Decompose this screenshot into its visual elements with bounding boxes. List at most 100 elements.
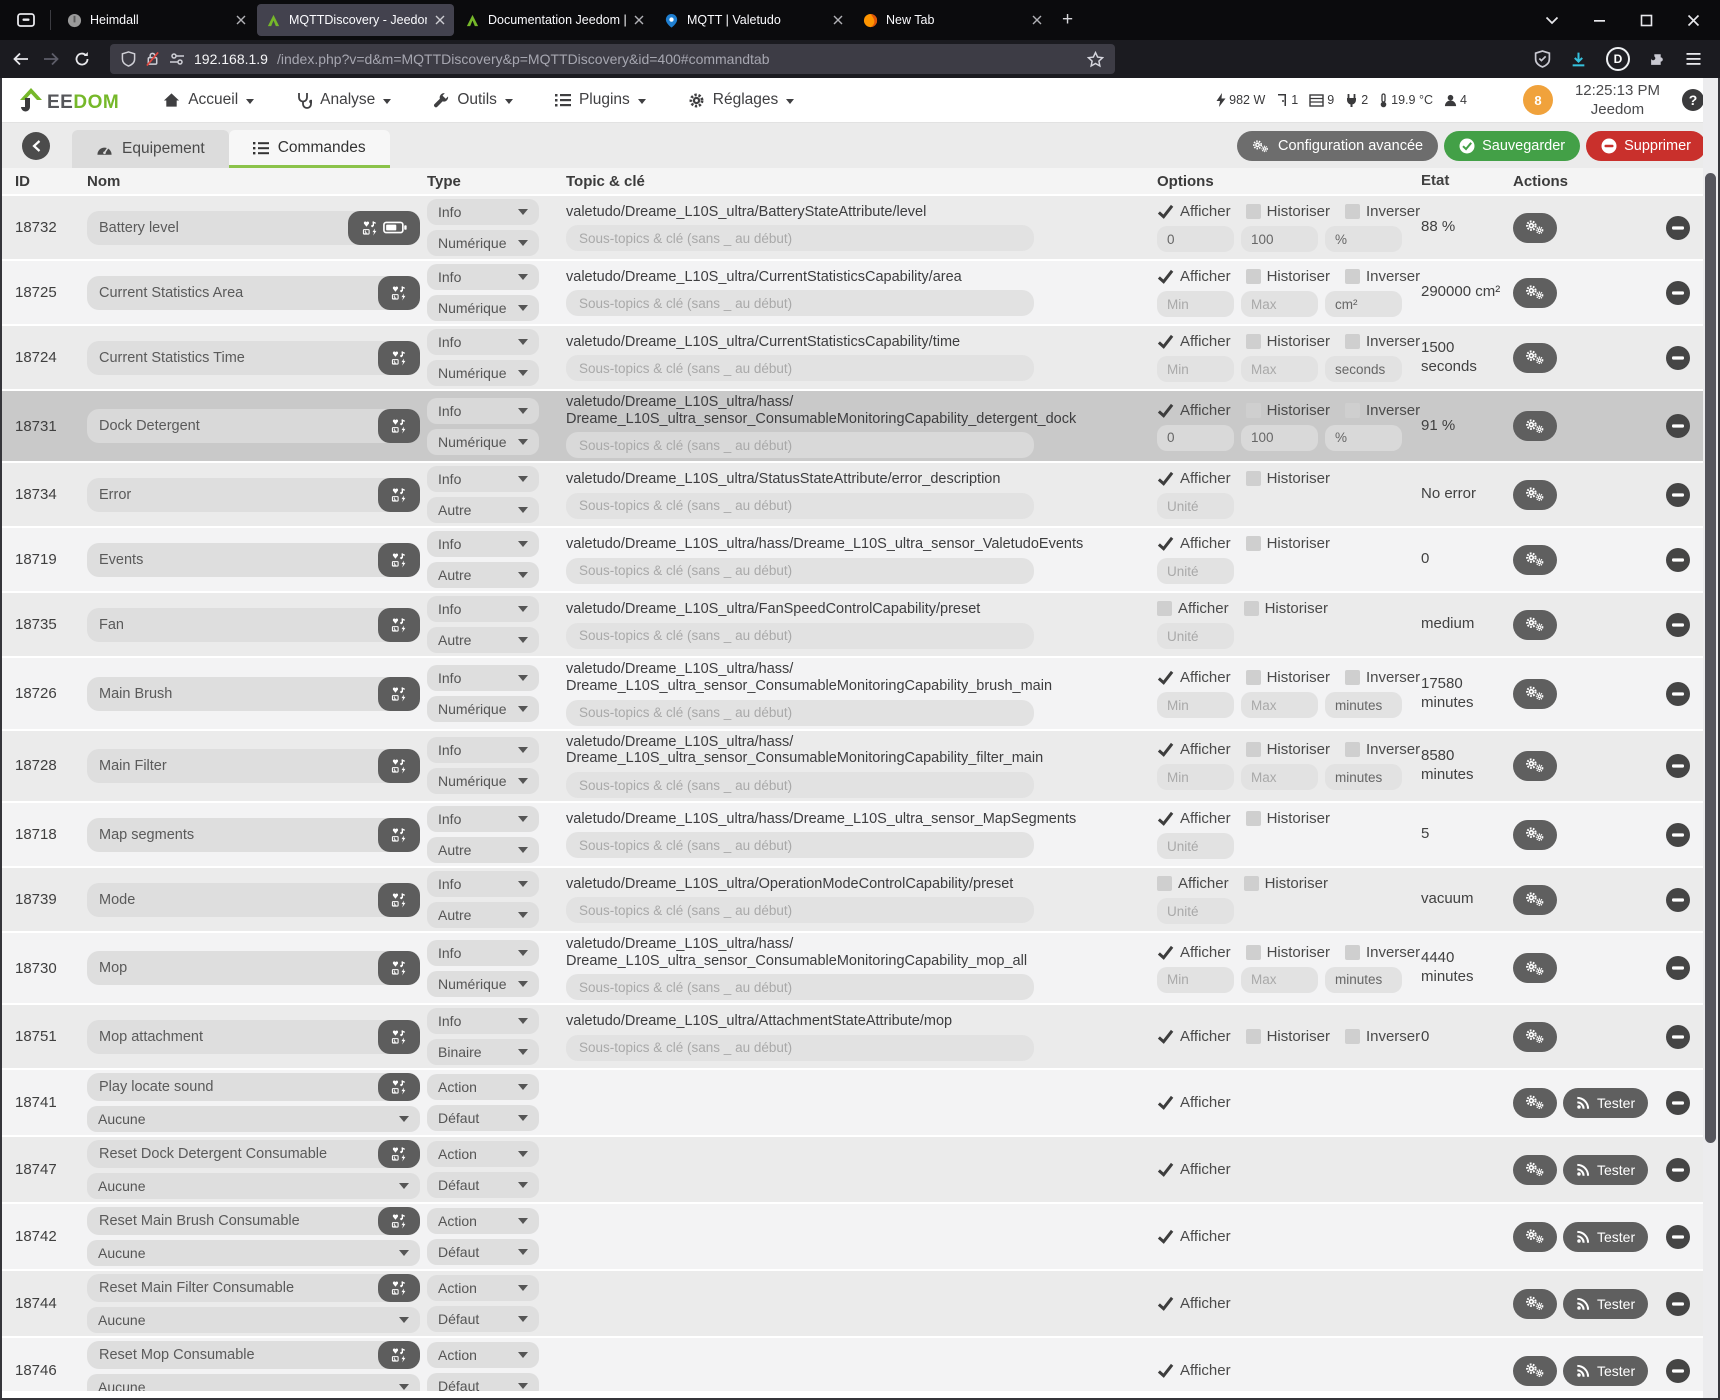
close-window-icon[interactable] xyxy=(1687,14,1700,27)
configure-command-button[interactable] xyxy=(1513,411,1557,441)
checked-icon[interactable] xyxy=(1157,1228,1174,1245)
checkbox-historiser[interactable]: Historiser xyxy=(1246,535,1330,552)
option-field[interactable]: minutes xyxy=(1325,764,1402,790)
menu-outils[interactable]: Outils xyxy=(433,91,513,109)
configure-command-button[interactable] xyxy=(1513,885,1557,915)
subtype-select[interactable]: Numérique xyxy=(427,768,539,794)
remove-command-button[interactable] xyxy=(1666,1025,1690,1049)
subtype-select[interactable]: Numérique xyxy=(427,360,539,386)
display-config-button[interactable] xyxy=(378,1073,420,1101)
extension-shield-icon[interactable] xyxy=(1534,50,1551,68)
unchecked-box[interactable] xyxy=(1345,742,1360,757)
option-field[interactable]: 0 xyxy=(1157,425,1234,451)
checkbox-afficher[interactable]: Afficher xyxy=(1157,333,1231,350)
tester-button[interactable]: Tester xyxy=(1563,1356,1648,1386)
display-config-button[interactable] xyxy=(378,1140,420,1168)
type-select[interactable]: Action xyxy=(427,1074,539,1100)
option-field[interactable]: Max xyxy=(1241,692,1318,718)
display-config-button[interactable] xyxy=(378,409,420,443)
lock-disabled-icon[interactable] xyxy=(145,51,160,67)
display-config-button[interactable] xyxy=(378,543,420,577)
remove-command-button[interactable] xyxy=(1666,216,1690,240)
option-field[interactable]: % xyxy=(1325,226,1402,252)
option-field[interactable]: seconds xyxy=(1325,356,1402,382)
type-select[interactable]: Action xyxy=(427,1141,539,1167)
remove-command-button[interactable] xyxy=(1666,414,1690,438)
checked-icon[interactable] xyxy=(1157,669,1174,686)
close-icon[interactable] xyxy=(1032,15,1042,25)
checked-icon[interactable] xyxy=(1157,535,1174,552)
checked-icon[interactable] xyxy=(1157,402,1174,419)
command-name-input[interactable] xyxy=(87,951,378,985)
subtype-select[interactable]: Numérique xyxy=(427,971,539,997)
option-field[interactable]: minutes xyxy=(1325,692,1402,718)
door-status[interactable]: 1 xyxy=(1276,93,1298,107)
unchecked-box[interactable] xyxy=(1246,204,1261,219)
remove-command-button[interactable] xyxy=(1666,1091,1690,1115)
checked-icon[interactable] xyxy=(1157,944,1174,961)
unchecked-box[interactable] xyxy=(1157,876,1172,891)
configure-command-button[interactable] xyxy=(1513,1222,1557,1252)
type-select[interactable]: Info xyxy=(427,806,539,832)
permissions-icon[interactable] xyxy=(169,52,185,66)
unchecked-box[interactable] xyxy=(1246,1029,1261,1044)
subtype-select[interactable]: Défaut xyxy=(427,1373,539,1391)
unchecked-box[interactable] xyxy=(1345,204,1360,219)
command-name-input[interactable] xyxy=(87,276,378,310)
option-field[interactable]: Max xyxy=(1241,967,1318,993)
unchecked-box[interactable] xyxy=(1246,945,1261,960)
checkbox-afficher[interactable]: Afficher xyxy=(1157,741,1231,758)
unchecked-box[interactable] xyxy=(1345,269,1360,284)
scrollbar-thumb[interactable] xyxy=(1705,173,1716,1143)
command-name-input[interactable] xyxy=(87,341,378,375)
minimize-icon[interactable] xyxy=(1593,14,1606,27)
action-value-select[interactable]: Aucune xyxy=(87,1307,420,1333)
subtopic-input[interactable] xyxy=(566,974,1034,1000)
option-field[interactable]: 100 xyxy=(1241,425,1318,451)
display-config-button[interactable] xyxy=(378,276,420,310)
type-select[interactable]: Info xyxy=(427,940,539,966)
command-name-input[interactable] xyxy=(87,543,378,577)
tab-valetudo[interactable]: MQTT | Valetudo xyxy=(655,4,852,36)
subtype-select[interactable]: Autre xyxy=(427,627,539,653)
display-config-button[interactable] xyxy=(378,818,420,852)
remove-command-button[interactable] xyxy=(1666,483,1690,507)
remove-command-button[interactable] xyxy=(1666,754,1690,778)
configure-command-button[interactable] xyxy=(1513,343,1557,373)
remove-command-button[interactable] xyxy=(1666,956,1690,980)
unchecked-box[interactable] xyxy=(1345,670,1360,685)
list-tabs-chevron-icon[interactable] xyxy=(1545,16,1559,25)
checkbox-historiser[interactable]: Historiser xyxy=(1246,268,1330,285)
subtopic-input[interactable] xyxy=(566,493,1034,519)
remove-command-button[interactable] xyxy=(1666,888,1690,912)
unchecked-box[interactable] xyxy=(1345,334,1360,349)
jeedom-logo[interactable]: EEDOM xyxy=(16,86,119,114)
display-config-button[interactable] xyxy=(378,951,420,985)
option-field[interactable]: Max xyxy=(1241,291,1318,317)
remove-command-button[interactable] xyxy=(1666,1292,1690,1316)
back-to-plugin-button[interactable] xyxy=(22,132,50,160)
remove-command-button[interactable] xyxy=(1666,1158,1690,1182)
checkbox-afficher[interactable]: Afficher xyxy=(1157,1161,1231,1178)
unchecked-box[interactable] xyxy=(1246,670,1261,685)
option-field[interactable]: minutes xyxy=(1325,967,1402,993)
option-field[interactable]: Unité xyxy=(1157,833,1234,859)
checkbox-afficher[interactable]: Afficher xyxy=(1157,268,1231,285)
option-field[interactable]: Unité xyxy=(1157,493,1234,519)
type-select[interactable]: Info xyxy=(427,199,539,225)
checkbox-afficher[interactable]: Afficher xyxy=(1157,1362,1231,1379)
checkbox-afficher[interactable]: Afficher xyxy=(1157,402,1231,419)
command-name-input[interactable] xyxy=(87,478,378,512)
subtopic-input[interactable] xyxy=(566,772,1034,798)
unchecked-box[interactable] xyxy=(1246,471,1261,486)
subtype-select[interactable]: Numérique xyxy=(427,696,539,722)
menu-reglages[interactable]: Réglages xyxy=(688,91,795,109)
subtype-select[interactable]: Défaut xyxy=(427,1105,539,1131)
close-icon[interactable] xyxy=(236,15,246,25)
person-status[interactable]: 4 xyxy=(1444,93,1467,107)
checked-icon[interactable] xyxy=(1157,1161,1174,1178)
unchecked-box[interactable] xyxy=(1345,403,1360,418)
configure-command-button[interactable] xyxy=(1513,751,1557,781)
unchecked-box[interactable] xyxy=(1246,334,1261,349)
command-name-input[interactable] xyxy=(87,1073,378,1101)
